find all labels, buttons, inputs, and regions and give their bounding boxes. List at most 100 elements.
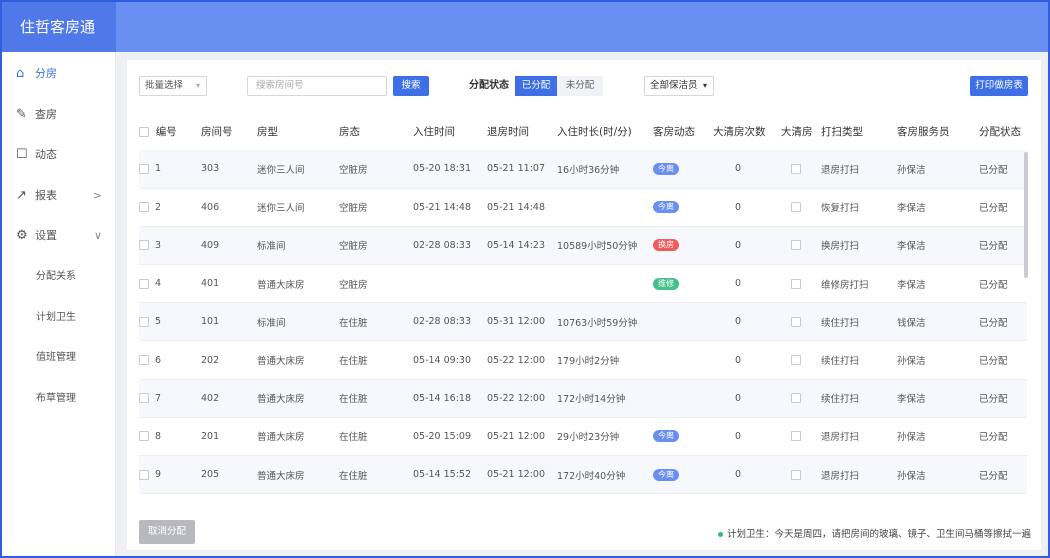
sidebar-subitem-duty[interactable]: 值班管理 bbox=[2, 338, 116, 378]
row-checkbox[interactable] bbox=[139, 163, 149, 174]
table-row[interactable]: 6 202 普通大床房 在住脏 05-14 09:30 05-22 12:00 179小时2… bbox=[139, 340, 1027, 380]
sidebar-item-activity[interactable]: ☐ 动态 bbox=[2, 135, 116, 175]
row-checkbox[interactable] bbox=[139, 469, 149, 480]
row-number: 6 bbox=[155, 354, 162, 366]
deep-clean-checkbox[interactable] bbox=[791, 240, 801, 251]
print-button[interactable]: 打印做房表 bbox=[970, 76, 1028, 96]
table-row[interactable]: 1 303 迷你三人间 空脏房 05-20 18:31 05-21 11:07 16小时36… bbox=[139, 150, 1027, 189]
table-cell: 已分配 bbox=[979, 379, 1027, 418]
deep-clean-checkbox[interactable] bbox=[791, 355, 801, 366]
table-cell: 普通大床房 bbox=[257, 379, 339, 418]
room-number: 406 bbox=[201, 201, 220, 213]
table-cell bbox=[653, 302, 713, 342]
clean-type: 换房打扫 bbox=[821, 241, 860, 253]
checkin-time: 05-14 09:30 bbox=[413, 354, 472, 366]
assign-status: 已分配 bbox=[979, 203, 1008, 215]
table-cell: 续住打扫 bbox=[821, 340, 897, 380]
sidebar-subitem-planned-cleaning[interactable]: 计划卫生 bbox=[2, 298, 116, 338]
table-cell: 已分配 bbox=[979, 340, 1027, 380]
table-scrollbar[interactable] bbox=[1024, 152, 1028, 278]
table-cell: 标准间 bbox=[257, 302, 339, 342]
deep-clean-count: 0 bbox=[735, 392, 742, 404]
cancel-assign-button[interactable]: 取消分配 bbox=[139, 520, 195, 544]
header-duration: 入住时长(时/分) bbox=[557, 112, 653, 150]
clean-type: 退房打扫 bbox=[821, 164, 860, 176]
table-cell: 05-22 12:00 bbox=[487, 340, 557, 380]
table-row[interactable]: 5 101 标准间 在住脏 02-28 08:33 05-31 12:00 10763小时5… bbox=[139, 302, 1027, 342]
deep-clean-checkbox[interactable] bbox=[791, 163, 801, 174]
row-checkbox[interactable] bbox=[139, 431, 149, 442]
deep-clean-checkbox[interactable] bbox=[791, 431, 801, 442]
table-cell: 在住脏 bbox=[339, 379, 413, 418]
row-number: 5 bbox=[155, 316, 162, 328]
deep-clean-checkbox[interactable] bbox=[791, 393, 801, 404]
table-cell: 05-21 14:48 bbox=[413, 188, 487, 227]
table-cell: 已分配 bbox=[979, 455, 1027, 495]
select-all-checkbox[interactable] bbox=[139, 126, 149, 137]
deep-clean-checkbox[interactable] bbox=[791, 278, 801, 289]
table-row[interactable]: 9 205 普通大床房 在住脏 05-14 15:52 05-21 12:00 172小时4… bbox=[139, 455, 1027, 495]
table-row[interactable]: 8 201 普通大床房 在住脏 05-20 15:09 05-21 12:00 29小时23… bbox=[139, 417, 1027, 457]
stay-duration: 16小时36分钟 bbox=[557, 164, 620, 176]
sidebar-subitem-assignment[interactable]: 分配关系 bbox=[2, 257, 116, 297]
sidebar-item-reports[interactable]: ↗ 报表 > bbox=[2, 176, 116, 216]
sidebar-subitem-linen[interactable]: 布草管理 bbox=[2, 379, 116, 419]
room-type: 迷你三人间 bbox=[257, 203, 305, 215]
table-cell: 29小时23分钟 bbox=[557, 417, 653, 457]
header-checkout: 退房时间 bbox=[487, 112, 557, 150]
row-checkbox[interactable] bbox=[139, 278, 149, 289]
table-cell: 9 bbox=[139, 455, 201, 495]
table-cell: 换房 bbox=[653, 226, 713, 266]
deep-clean-checkbox[interactable] bbox=[791, 316, 801, 327]
table-cell: 05-14 16:18 bbox=[413, 379, 487, 418]
attendant-name: 孙保洁 bbox=[897, 356, 926, 368]
room-dynamic-badge: 换房 bbox=[653, 239, 679, 252]
deep-clean-checkbox[interactable] bbox=[791, 202, 801, 213]
table-cell: 0 bbox=[713, 340, 781, 380]
table-row[interactable]: 2 406 迷你三人间 空脏房 05-21 14:48 05-21 14:48 今离 0 恢复打… bbox=[139, 188, 1027, 227]
room-number: 409 bbox=[201, 239, 220, 251]
table-cell bbox=[653, 340, 713, 380]
table-cell: 02-28 08:33 bbox=[413, 302, 487, 342]
table-cell: 已分配 bbox=[979, 302, 1027, 342]
status-unassigned-tab[interactable]: 未分配 bbox=[557, 76, 603, 96]
search-button[interactable]: 搜索 bbox=[393, 76, 429, 96]
room-number: 202 bbox=[201, 354, 220, 366]
row-checkbox[interactable] bbox=[139, 316, 149, 327]
checkin-time: 05-20 18:31 bbox=[413, 163, 472, 175]
table-row[interactable]: 7 402 普通大床房 在住脏 05-14 16:18 05-22 12:00 172小时1… bbox=[139, 379, 1027, 418]
table-row[interactable]: 3 409 标准间 空脏房 02-28 08:33 05-14 14:23 10589小时5… bbox=[139, 226, 1027, 266]
row-checkbox[interactable] bbox=[139, 393, 149, 404]
batch-select-dropdown[interactable]: 批量选择 ▾ bbox=[139, 76, 207, 96]
assign-status: 已分配 bbox=[979, 279, 1008, 291]
cleaner-select-dropdown[interactable]: 全部保洁员 ▾ bbox=[644, 76, 714, 96]
checkout-time: 05-22 12:00 bbox=[487, 392, 546, 404]
batch-select-label: 批量选择 bbox=[145, 80, 184, 91]
row-checkbox[interactable] bbox=[139, 240, 149, 251]
table-cell: 李保洁 bbox=[897, 379, 979, 418]
assign-status: 已分配 bbox=[979, 164, 1008, 176]
table-cell: 孙保洁 bbox=[897, 340, 979, 380]
table-cell: 迷你三人间 bbox=[257, 150, 339, 189]
table-cell: 已分配 bbox=[979, 417, 1027, 457]
sidebar-item-inspect[interactable]: ✎ 查房 bbox=[2, 95, 116, 135]
table-cell: 05-22 12:00 bbox=[487, 379, 557, 418]
table-cell: 空脏房 bbox=[339, 188, 413, 227]
search-input[interactable]: 搜索房间号 bbox=[247, 76, 387, 96]
table-cell: 6 bbox=[139, 340, 201, 380]
table-cell: 在住脏 bbox=[339, 455, 413, 495]
table-cell: 今离 bbox=[653, 188, 713, 227]
chevron-right-icon: > bbox=[92, 189, 102, 202]
row-checkbox[interactable] bbox=[139, 355, 149, 366]
table-cell: 续住打扫 bbox=[821, 379, 897, 418]
table-cell: 已分配 bbox=[979, 188, 1027, 227]
note-text: 计划卫生：今天是周四，请把房间的玻璃、镜子、卫生间马桶等擦拭一遍 bbox=[726, 529, 1031, 540]
table-cell: 1 bbox=[139, 150, 201, 189]
row-checkbox[interactable] bbox=[139, 202, 149, 213]
table-row[interactable]: 4 401 普通大床房 空脏房 维修 0 维修房打扫 李保洁 已分配 bbox=[139, 264, 1027, 304]
table-cell: 05-14 09:30 bbox=[413, 340, 487, 380]
deep-clean-checkbox[interactable] bbox=[791, 469, 801, 480]
status-assigned-tab[interactable]: 已分配 bbox=[515, 76, 557, 96]
sidebar-item-settings[interactable]: ⚙ 设置 ∨ bbox=[2, 216, 116, 256]
sidebar-item-assign-rooms[interactable]: ⌂ 分房 bbox=[2, 54, 116, 94]
